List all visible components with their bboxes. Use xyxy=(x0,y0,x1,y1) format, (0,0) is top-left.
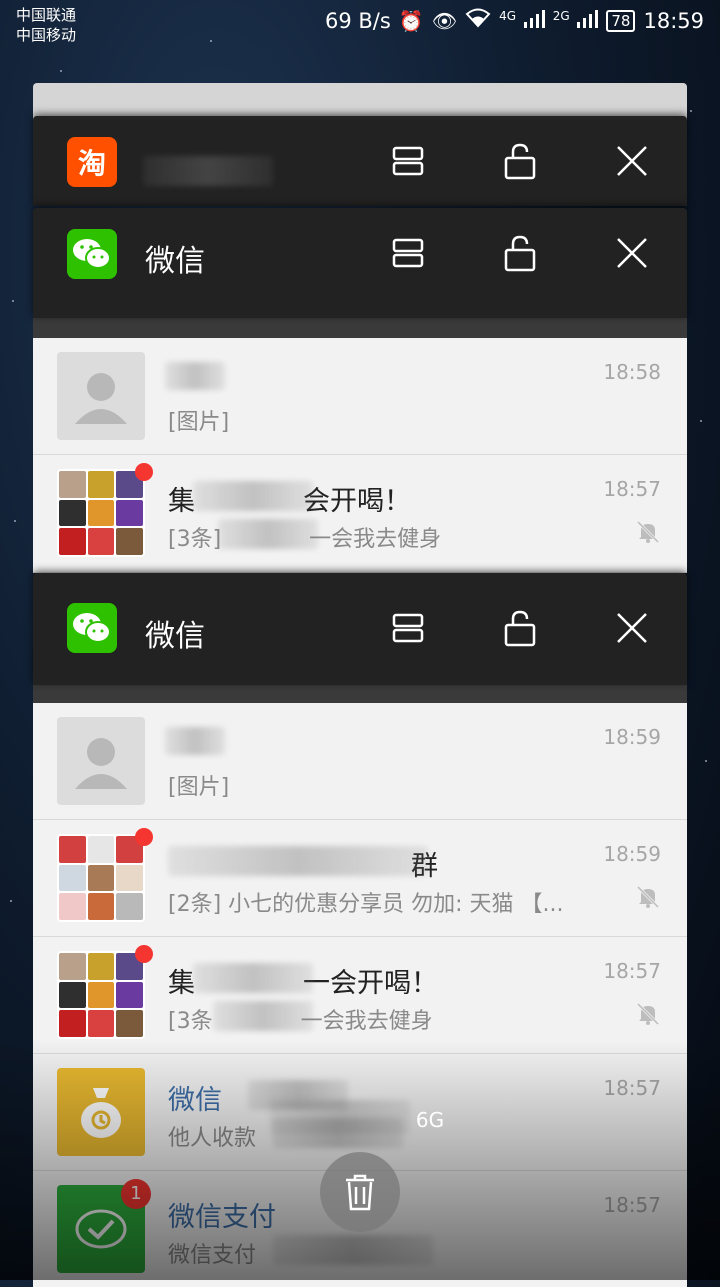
card-header: 微信 xyxy=(33,573,687,685)
status-bar: 中国联通 中国移动 69 B/s ⏰ 👁 4G 2G 78 18:59 xyxy=(0,0,720,48)
message-time: 18:59 xyxy=(603,842,661,866)
card-toolbar-strip xyxy=(33,685,687,703)
blurred-text xyxy=(213,1001,313,1031)
lock-button[interactable] xyxy=(500,233,540,273)
blurred-text xyxy=(218,519,318,549)
chat-row[interactable]: [图片] 18:58 xyxy=(33,338,687,455)
signal-2g-icon: 2G xyxy=(553,9,599,33)
message-preview: [图片] xyxy=(168,410,230,435)
card-header: 微信 xyxy=(33,208,687,318)
blurred-text xyxy=(168,846,428,876)
chat-list: [图片] 18:58 集 会开喝！ [3条] 一会我去健身 18:57 xyxy=(33,338,687,573)
alarm-icon: ⏰ xyxy=(398,8,424,33)
app-name: 微信 xyxy=(145,619,205,654)
wechat-app-icon xyxy=(67,603,117,653)
trash-icon xyxy=(346,1174,374,1211)
message-time: 18:59 xyxy=(603,725,661,749)
message-time: 18:57 xyxy=(603,959,661,983)
message-time: 18:58 xyxy=(603,360,661,384)
message-preview: 微信支付 xyxy=(168,1243,257,1268)
close-card-button[interactable] xyxy=(612,608,652,648)
blurred-contact-name xyxy=(165,727,225,755)
card-toolbar-strip xyxy=(33,318,687,338)
group-avatar xyxy=(57,469,145,557)
close-card-button[interactable] xyxy=(612,233,652,273)
group-avatar xyxy=(57,834,145,922)
split-screen-button[interactable] xyxy=(388,608,428,648)
split-screen-button[interactable] xyxy=(388,141,428,181)
message-preview: [图片] xyxy=(168,775,230,800)
chat-title: 微信支付 xyxy=(168,1202,276,1233)
default-avatar-icon xyxy=(57,352,145,440)
message-time: 18:57 xyxy=(603,477,661,501)
unread-dot xyxy=(135,463,153,481)
app-name: 微信 xyxy=(145,244,205,279)
lock-button[interactable] xyxy=(500,608,540,648)
default-avatar-icon xyxy=(57,717,145,805)
message-preview: [2条] 小七的优惠分享员 勿加: 天猫 【... xyxy=(168,892,564,917)
blurred-text xyxy=(273,1235,433,1265)
message-time: 18:57 xyxy=(603,1076,661,1100)
wifi-icon xyxy=(465,8,491,33)
carrier-1: 中国联通 xyxy=(16,6,77,24)
group-avatar xyxy=(57,951,145,1039)
lock-button[interactable] xyxy=(500,141,540,181)
chat-row[interactable]: 群 [2条] 小七的优惠分享员 勿加: 天猫 【... 18:59 xyxy=(33,820,687,937)
unread-count-badge: 1 xyxy=(121,1179,151,1209)
recent-card-wechat-1[interactable]: 微信 [图片] 18:58 集 会开喝！ [3条] 一会我去健身 18:57 xyxy=(33,208,687,573)
wechat-app-icon xyxy=(67,229,117,279)
signal-4g-icon: 4G xyxy=(499,9,545,33)
memory-info: 6G xyxy=(415,1108,445,1132)
mute-bell-icon xyxy=(636,885,660,909)
mute-bell-icon xyxy=(636,1002,660,1026)
split-screen-button[interactable] xyxy=(388,233,428,273)
close-card-button[interactable] xyxy=(612,141,652,181)
battery-indicator: 78 xyxy=(606,9,636,32)
message-time: 18:57 xyxy=(603,1193,661,1217)
carrier-2: 中国移动 xyxy=(16,26,77,44)
clock: 18:59 xyxy=(643,8,704,33)
recent-card-taobao[interactable]: 淘 xyxy=(33,116,687,206)
unread-dot xyxy=(135,945,153,963)
chat-row[interactable]: 集 一会开喝！ [3条 一会我去健身 18:57 xyxy=(33,937,687,1054)
chat-row[interactable]: [图片] 18:59 xyxy=(33,703,687,820)
taobao-app-icon: 淘 xyxy=(67,137,117,187)
blurred-text xyxy=(193,963,313,993)
net-speed: 69 B/s xyxy=(325,8,391,33)
eye-icon: 👁 xyxy=(431,8,458,33)
blurred-app-name xyxy=(143,156,273,186)
mute-bell-icon xyxy=(636,520,660,544)
carrier-labels: 中国联通 中国移动 xyxy=(16,5,76,45)
blurred-text xyxy=(193,481,313,511)
blurred-contact-name xyxy=(165,362,225,390)
unread-dot xyxy=(135,828,153,846)
clear-all-button[interactable] xyxy=(320,1152,400,1232)
chat-row[interactable]: 集 会开喝！ [3条] 一会我去健身 18:57 xyxy=(33,455,687,573)
card-header: 淘 xyxy=(33,116,687,206)
